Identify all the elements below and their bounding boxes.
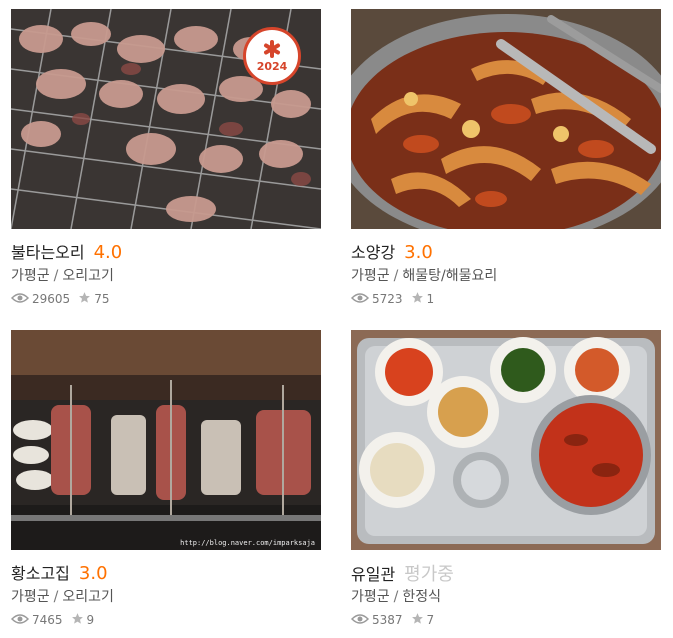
restaurant-photo[interactable] bbox=[351, 330, 661, 550]
star-icon bbox=[411, 291, 427, 307]
asterisk-icon bbox=[263, 39, 281, 58]
restaurant-score: 3.0 bbox=[404, 242, 433, 263]
restaurant-name[interactable]: 소양강 bbox=[351, 239, 395, 263]
star-count: 7 bbox=[426, 613, 435, 627]
category-label: 오리고기 bbox=[62, 589, 114, 605]
restaurant-stats: 29605 75 bbox=[10, 290, 321, 308]
restaurant-card[interactable]: 2024 불타는오리 4.0 가평군 / 오리고기 29605 75 bbox=[10, 9, 321, 308]
restaurant-stats: 7465 9 bbox=[10, 611, 321, 629]
restaurant-photo[interactable]: http://blog.naver.com/imparksaja bbox=[11, 330, 321, 550]
region-label: 가평군 bbox=[351, 268, 390, 284]
view-count: 29605 bbox=[32, 292, 71, 306]
category-label: 한정식 bbox=[402, 589, 441, 605]
restaurant-stats: 5723 1 bbox=[350, 290, 661, 308]
restaurant-score: 3.0 bbox=[78, 563, 108, 584]
restaurant-card[interactable]: 소양강 3.0 가평군 / 해물탕/해물요리 5723 1 bbox=[350, 9, 661, 308]
view-count: 7465 bbox=[32, 613, 63, 627]
region-label: 가평군 bbox=[351, 589, 390, 605]
restaurant-meta: 가평군 / 해물탕/해물요리 bbox=[351, 266, 661, 286]
restaurant-name[interactable]: 불타는오리 bbox=[11, 239, 85, 263]
view-count: 5723 bbox=[372, 292, 403, 306]
eye-icon bbox=[10, 613, 32, 628]
category-label: 오리고기 bbox=[62, 268, 114, 284]
star-count: 75 bbox=[94, 292, 110, 306]
restaurant-card[interactable]: 유일관 평가중 가평군 / 한정식 5387 7 bbox=[350, 330, 661, 629]
badge-year: 2024 bbox=[256, 59, 288, 73]
star-count: 1 bbox=[426, 292, 435, 306]
restaurant-photo[interactable] bbox=[351, 9, 661, 229]
restaurant-score: 평가중 bbox=[404, 564, 454, 585]
region-label: 가평군 bbox=[11, 589, 50, 605]
restaurant-meta: 가평군 / 오리고기 bbox=[11, 587, 321, 607]
restaurant-score: 4.0 bbox=[93, 242, 123, 263]
photo-watermark: http://blog.naver.com/imparksaja bbox=[180, 539, 315, 547]
region-label: 가평군 bbox=[11, 268, 50, 284]
restaurant-name[interactable]: 유일관 bbox=[351, 561, 395, 585]
eye-icon bbox=[350, 613, 372, 628]
separator: / bbox=[393, 268, 399, 284]
star-icon bbox=[411, 612, 427, 628]
star-icon bbox=[71, 612, 87, 628]
category-label: 해물탕/해물요리 bbox=[402, 268, 498, 284]
eye-icon bbox=[10, 292, 32, 307]
separator: / bbox=[393, 589, 399, 605]
separator: / bbox=[53, 589, 59, 605]
separator: / bbox=[53, 268, 59, 284]
star-count: 9 bbox=[86, 613, 95, 627]
restaurant-stats: 5387 7 bbox=[350, 611, 661, 629]
star-icon bbox=[78, 291, 94, 307]
eye-icon bbox=[350, 292, 372, 307]
restaurant-meta: 가평군 / 한정식 bbox=[351, 587, 661, 607]
view-count: 5387 bbox=[372, 613, 403, 627]
restaurant-name[interactable]: 황소고집 bbox=[11, 560, 70, 584]
award-badge: 2024 bbox=[243, 27, 301, 85]
restaurant-photo[interactable]: 2024 bbox=[11, 9, 321, 229]
restaurant-meta: 가평군 / 오리고기 bbox=[11, 266, 321, 286]
restaurant-card[interactable]: http://blog.naver.com/imparksaja 황소고집 3.… bbox=[10, 330, 321, 629]
